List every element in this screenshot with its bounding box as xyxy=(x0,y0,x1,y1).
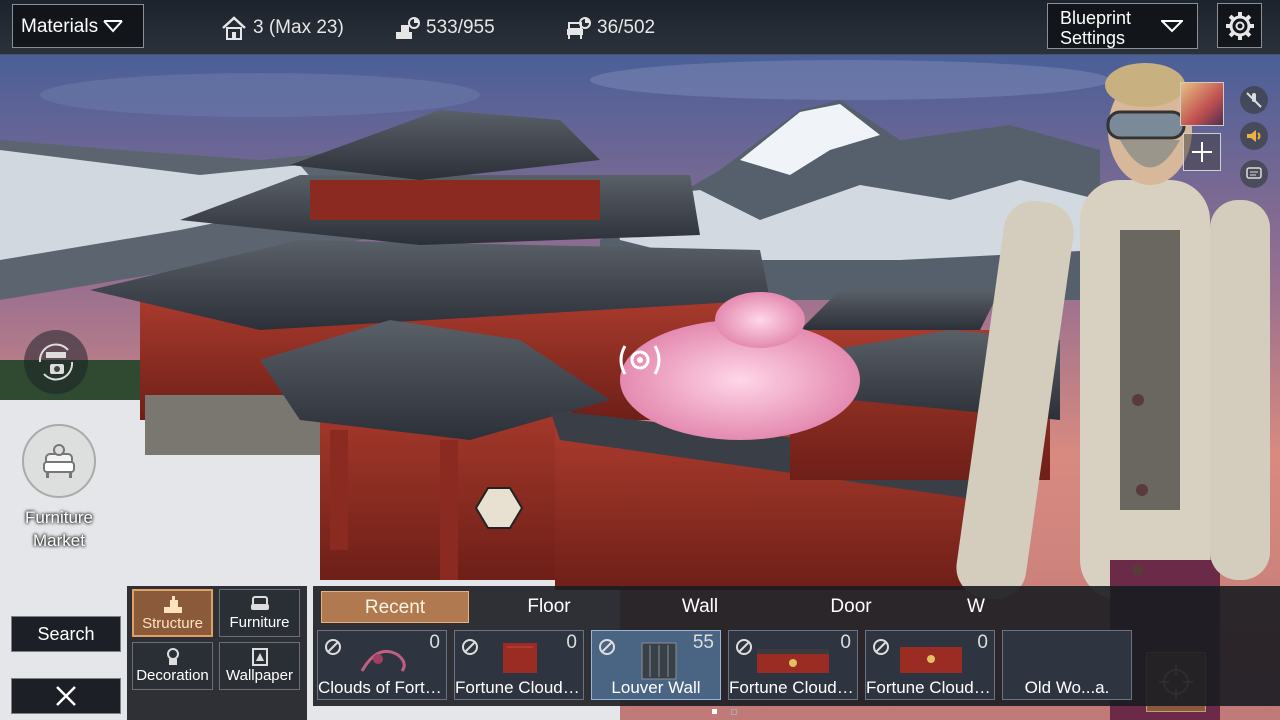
gear-icon xyxy=(1225,11,1254,40)
item-thumbnail xyxy=(757,649,829,673)
category-decoration[interactable]: Decoration xyxy=(132,642,213,690)
settings-button[interactable] xyxy=(1217,3,1262,48)
furniture-capacity-value: 36/502 xyxy=(597,17,656,38)
item-count: 55 xyxy=(692,632,714,653)
item-thumbnail xyxy=(641,642,677,680)
chevron-down-icon xyxy=(103,20,123,33)
category-wallpaper[interactable]: Wallpaper xyxy=(219,642,300,690)
page-dot-active xyxy=(712,709,717,714)
drone-camera-icon xyxy=(38,343,74,381)
tab-window[interactable]: W xyxy=(931,591,1021,623)
item-card[interactable]: 0 Fortune Clouds ... xyxy=(728,630,858,700)
placement-reticle-icon xyxy=(619,345,661,375)
blueprint-settings-label: Blueprint Settings xyxy=(1060,8,1132,48)
category-label: Wallpaper xyxy=(226,667,293,684)
furniture-market-button[interactable]: Furniture Market xyxy=(12,424,106,552)
item-thumbnail xyxy=(360,650,406,672)
item-name: Fortune Clouds ... xyxy=(866,678,994,697)
materials-label: Materials xyxy=(21,16,99,37)
speaker-button[interactable] xyxy=(1240,122,1268,150)
item-card[interactable]: 0 Fortune Clouds ... xyxy=(865,630,995,700)
page-dot xyxy=(731,709,737,715)
unavailable-icon xyxy=(462,639,478,655)
item-name: Fortune Clouds ... xyxy=(455,678,583,697)
furniture-market-label: Furniture Market xyxy=(24,508,94,550)
drone-camera-button[interactable] xyxy=(24,330,88,394)
tab-door[interactable]: Door xyxy=(779,591,923,623)
structure-capacity-icon xyxy=(396,17,420,39)
item-count: 0 xyxy=(566,632,577,653)
armchair-icon xyxy=(250,596,269,610)
close-button[interactable] xyxy=(11,678,121,714)
furniture-capacity-icon xyxy=(567,17,591,39)
speaker-icon xyxy=(1247,130,1261,142)
unavailable-icon xyxy=(325,639,341,655)
item-card[interactable]: Old Wo...a. xyxy=(1002,630,1132,700)
category-label: Structure xyxy=(142,615,203,632)
population-stat: 3 (Max 23) xyxy=(220,14,344,42)
house-icon xyxy=(222,16,246,40)
item-name: Clouds of Fortu... xyxy=(318,678,446,697)
item-count: 0 xyxy=(977,632,988,653)
structure-capacity-stat: 533/955 xyxy=(393,14,495,42)
search-label: Search xyxy=(37,623,95,644)
item-name: Old Wo...a. xyxy=(1024,678,1110,697)
page-indicator xyxy=(712,709,737,715)
category-furniture[interactable]: Furniture xyxy=(219,589,300,637)
item-card[interactable]: 55 Louver Wall xyxy=(591,630,721,700)
furniture-capacity-stat: 36/502 xyxy=(564,14,655,42)
add-button[interactable] xyxy=(1183,133,1221,171)
mic-off-icon xyxy=(1246,92,1262,108)
wallpaper-icon xyxy=(251,648,268,666)
item-count: 0 xyxy=(840,632,851,653)
item-name: Louver Wall xyxy=(611,678,701,697)
chat-button[interactable] xyxy=(1240,160,1268,188)
tab-wall[interactable]: Wall xyxy=(629,591,771,623)
materials-dropdown[interactable]: Materials xyxy=(12,4,144,48)
subcategory-tabs: Recent Floor Wall Door W xyxy=(313,586,1280,626)
player-avatar[interactable] xyxy=(1180,82,1224,126)
close-icon xyxy=(56,686,76,706)
item-count: 0 xyxy=(429,632,440,653)
tab-floor[interactable]: Floor xyxy=(477,591,621,623)
mic-off-button[interactable] xyxy=(1240,86,1268,114)
category-label: Furniture xyxy=(229,614,290,631)
item-name: Fortune Clouds ... xyxy=(729,678,857,697)
item-list: 0 Clouds of Fortu... 0 Fortune Clouds ..… xyxy=(313,626,1280,706)
item-thumbnail xyxy=(900,647,962,673)
furniture-market-icon xyxy=(22,424,96,498)
top-bar: Materials 3 (Max 23) 533/955 36/502 Blue… xyxy=(0,0,1280,55)
tab-recent[interactable]: Recent xyxy=(321,591,469,623)
unavailable-icon xyxy=(599,639,615,655)
item-thumbnail xyxy=(503,643,537,673)
structure-capacity-value: 533/955 xyxy=(426,17,495,38)
population-value: 3 (Max 23) xyxy=(253,17,344,38)
blueprint-settings-dropdown[interactable]: Blueprint Settings xyxy=(1047,3,1198,49)
chevron-down-icon xyxy=(1161,20,1183,33)
plus-icon xyxy=(1192,142,1212,162)
item-card[interactable]: 0 Fortune Clouds ... xyxy=(454,630,584,700)
search-button[interactable]: Search xyxy=(11,616,121,652)
item-card[interactable]: 0 Clouds of Fortu... xyxy=(317,630,447,700)
category-structure[interactable]: Structure xyxy=(132,589,213,637)
structure-icon xyxy=(163,596,182,613)
chat-icon xyxy=(1246,167,1262,179)
decoration-icon xyxy=(166,648,179,665)
unavailable-icon xyxy=(736,639,752,655)
category-panel: Structure Furniture Decoration Wallpaper xyxy=(127,586,307,720)
unavailable-icon xyxy=(873,639,889,655)
category-label: Decoration xyxy=(136,667,209,684)
